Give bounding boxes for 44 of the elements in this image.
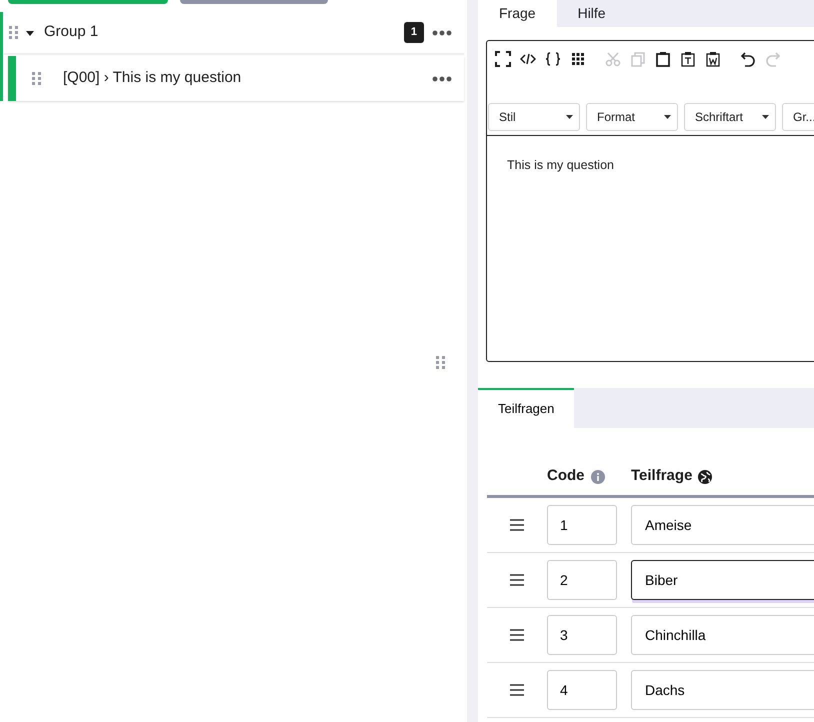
globe-icon[interactable]: [698, 470, 712, 484]
paste-word-icon[interactable]: [705, 51, 721, 67]
menu-icon[interactable]: [510, 629, 524, 641]
question-row[interactable]: [Q00] › This is my question: [8, 56, 464, 101]
count-badge: 1: [404, 22, 424, 43]
caret-down-icon: [566, 115, 573, 119]
tab[interactable]: Hilfe: [556, 0, 627, 27]
code-field[interactable]: 2: [547, 560, 617, 600]
paste-text-icon[interactable]: [680, 51, 696, 67]
answer-field[interactable]: Ameise: [631, 505, 814, 545]
undo-icon[interactable]: [740, 51, 756, 67]
answer-field[interactable]: Chinchilla: [631, 615, 814, 655]
source-icon[interactable]: [520, 51, 536, 67]
question-title: [Q00] › This is my question: [63, 68, 242, 88]
answer-field[interactable]: Dachs: [631, 670, 814, 710]
drag-handle-icon[interactable]: [32, 72, 41, 85]
tab[interactable]: Teilfragen: [478, 388, 574, 428]
drag-handle-icon[interactable]: [9, 26, 18, 39]
code-field[interactable]: 4: [547, 670, 617, 710]
column-header: Code: [547, 466, 584, 486]
column-header: Teilfrage: [631, 466, 692, 486]
grid-icon[interactable]: [570, 51, 586, 67]
format-dropdown[interactable]: Stil: [488, 103, 580, 131]
editor-text[interactable]: This is my question: [487, 135, 814, 195]
format-dropdown[interactable]: Format: [586, 103, 678, 131]
menu-icon[interactable]: [510, 574, 524, 586]
paste-icon[interactable]: [655, 51, 671, 67]
braces-icon[interactable]: [545, 51, 561, 67]
caret-down-icon: [762, 115, 769, 119]
maximize-icon[interactable]: [495, 51, 511, 67]
group-title: Group 1: [44, 22, 98, 42]
caret-down-icon: [664, 115, 671, 119]
menu-icon[interactable]: [510, 519, 524, 531]
caret-down-icon[interactable]: [24, 28, 36, 36]
more-icon[interactable]: [432, 76, 452, 82]
more-icon[interactable]: [432, 30, 452, 36]
code-field[interactable]: 3: [547, 615, 617, 655]
code-field[interactable]: 1: [547, 505, 617, 545]
info-icon[interactable]: [590, 470, 604, 484]
resize-handle-icon[interactable]: [436, 356, 445, 369]
format-dropdown[interactable]: Schriftart: [684, 103, 776, 131]
answer-field[interactable]: Biber: [631, 560, 814, 600]
tab[interactable]: Frage: [478, 0, 557, 27]
menu-icon[interactable]: [510, 684, 524, 696]
